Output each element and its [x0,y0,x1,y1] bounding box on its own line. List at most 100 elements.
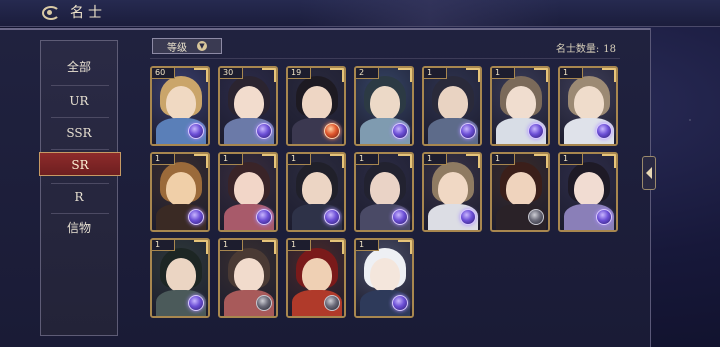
card-corner-ornament [398,154,412,168]
orb-icon [392,295,408,311]
hero-card[interactable]: 1 [422,152,482,232]
orb-icon [460,123,476,139]
card-corner-ornament [534,154,548,168]
card-corner-ornament [262,240,276,254]
hero-count: 名士数量: 18 [552,40,616,55]
card-corner-ornament [398,68,412,82]
filter-ssr[interactable]: SSR [41,121,117,145]
hero-card[interactable]: 1 [218,152,278,232]
orb-icon [324,123,340,139]
hero-level-badge: 1 [424,154,447,165]
orb-icon [256,209,272,225]
hero-card[interactable]: 60 [150,66,210,146]
card-corner-ornament [194,240,208,254]
hero-card[interactable]: 1 [354,152,414,232]
hero-portrait-face [302,258,332,292]
hero-portrait-face [574,172,604,206]
hero-portrait-face [234,86,264,120]
hero-portrait-face [506,172,536,206]
hero-level-badge: 1 [288,240,311,251]
orb-icon [188,123,204,139]
hero-level-badge: 1 [492,154,515,165]
card-corner-ornament [466,68,480,82]
card-corner-ornament [466,154,480,168]
hero-level-badge: 1 [424,68,447,79]
orb-icon [256,123,272,139]
hero-level-badge: 1 [288,154,311,165]
card-corner-ornament [602,68,616,82]
card-corner-ornament [534,68,548,82]
hero-card[interactable]: 1 [218,238,278,318]
hero-card[interactable]: 1 [286,152,346,232]
hero-level-badge: 1 [152,240,175,251]
card-corner-ornament [398,240,412,254]
orb-icon [256,295,272,311]
card-corner-ornament [194,68,208,82]
hero-portrait-face [302,86,332,120]
filter-r[interactable]: R [41,185,117,209]
hero-level-badge: 2 [356,68,379,79]
hero-level-badge: 1 [492,68,515,79]
filter-ur[interactable]: UR [41,89,117,113]
card-corner-ornament [330,68,344,82]
hero-portrait-face [370,86,400,120]
hero-portrait-face [438,86,468,120]
hero-card[interactable]: 1 [558,152,618,232]
hero-portrait-face [574,86,604,120]
hero-level-badge: 1 [560,68,583,79]
divider [150,58,620,59]
hero-card[interactable]: 30 [218,66,278,146]
hero-level-badge: 60 [152,68,175,79]
hero-card[interactable]: 1 [422,66,482,146]
card-corner-ornament [330,154,344,168]
hero-level-badge: 19 [288,68,311,79]
hero-level-badge: 30 [220,68,243,79]
orb-icon [324,209,340,225]
hero-portrait-face [370,258,400,292]
page-title-group: 名士 [40,2,106,22]
hero-level-badge: 1 [356,240,379,251]
orb-icon [392,123,408,139]
card-corner-ornament [262,68,276,82]
orb-icon [460,209,476,225]
page-arrow-icon[interactable] [642,156,656,190]
card-corner-ornament [602,154,616,168]
hero-count-label: 名士数量: [555,44,600,55]
hero-portrait-face [438,172,468,206]
hero-card[interactable]: 1 [286,238,346,318]
hero-card[interactable]: 1 [150,152,210,232]
hero-portrait-face [166,86,196,120]
card-corner-ornament [262,154,276,168]
hero-portrait-face [234,172,264,206]
page-title: 名士 [70,5,106,21]
hero-card[interactable]: 1 [490,66,550,146]
hero-card[interactable]: 1 [490,152,550,232]
hero-portrait-face [166,258,196,292]
game-logo-icon [40,4,62,20]
sort-dropdown[interactable]: 等级 ▼ [152,38,222,54]
hero-card[interactable]: 1 [150,238,210,318]
hero-level-badge: 1 [152,154,175,165]
top-bar: 名士 [0,0,720,27]
rarity-filter-sidebar: 全部 UR SSR SR R 信物 [39,40,121,336]
orb-icon [188,295,204,311]
hero-level-badge: 1 [356,154,379,165]
sort-label: 等级 [167,42,187,54]
hero-level-badge: 1 [220,240,243,251]
hero-card[interactable]: 2 [354,66,414,146]
hero-portrait-face [234,258,264,292]
hero-count-value: 18 [603,44,616,55]
hero-card[interactable]: 19 [286,66,346,146]
panel-top-border [0,28,650,30]
hero-card[interactable]: 1 [354,238,414,318]
hero-level-badge: 1 [560,154,583,165]
orb-icon [528,123,544,139]
filter-sr[interactable]: SR [39,152,121,176]
filter-all[interactable]: 全部 [41,55,117,79]
hero-card[interactable]: 1 [558,66,618,146]
hero-portrait-face [302,172,332,206]
orb-icon [188,209,204,225]
chevron-down-icon: ▼ [197,41,207,51]
orb-icon [596,209,612,225]
filter-token[interactable]: 信物 [41,216,117,240]
